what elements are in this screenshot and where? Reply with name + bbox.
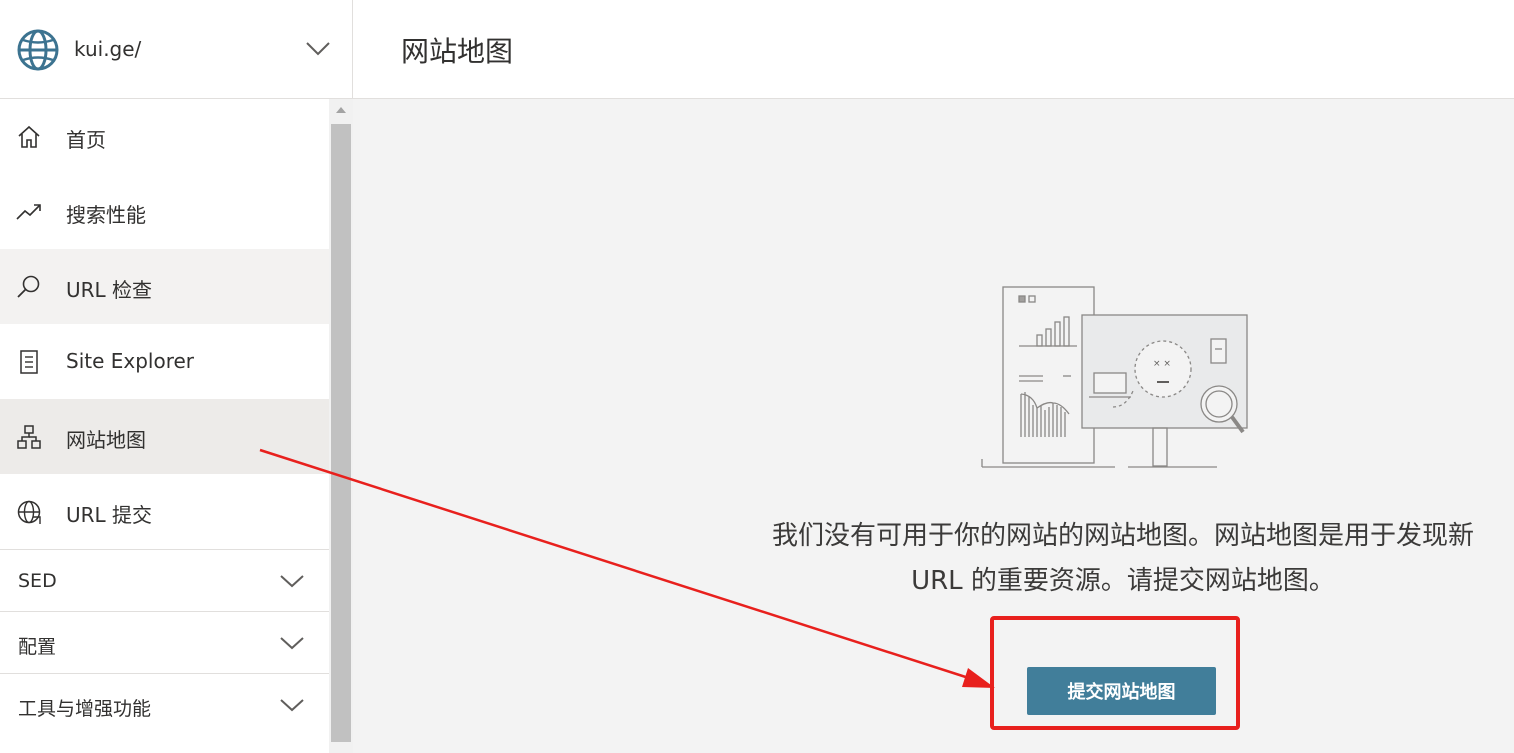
- nav-group-label: 配置: [18, 636, 57, 658]
- nav-group-config[interactable]: 配置: [0, 611, 329, 673]
- nav-item-label: 搜索性能: [66, 203, 146, 227]
- nav-item-url-inspection[interactable]: URL 检查: [0, 249, 329, 324]
- globe-icon: [17, 29, 59, 71]
- nav-item-label: 首页: [66, 128, 106, 152]
- nav-item-label: Site Explorer: [66, 349, 195, 373]
- site-picker[interactable]: kui.ge/: [0, 0, 353, 99]
- site-name: kui.ge/: [74, 37, 142, 61]
- nav-group-label: 工具与增强功能: [18, 698, 152, 720]
- page-header: 网站地图: [353, 0, 1514, 99]
- nav-group-tools[interactable]: 工具与增强功能: [0, 673, 329, 735]
- nav-item-label: URL 提交: [66, 503, 153, 527]
- sitemap-icon: [17, 425, 41, 449]
- chevron-down-icon: [280, 575, 304, 588]
- sidebar-scrollbar[interactable]: [329, 99, 353, 753]
- page-title: 网站地图: [401, 35, 514, 68]
- submit-sitemap-button[interactable]: 提交网站地图: [1027, 667, 1216, 715]
- document-list-icon: [20, 350, 38, 374]
- chevron-down-icon: [306, 42, 330, 56]
- globe-submit-icon: [17, 500, 41, 524]
- empty-state-message: 我们没有可用于你的网站的网站地图。网站地图是用于发现新 URL 的重要资源。请提…: [771, 521, 1474, 596]
- sidebar: kui.ge/ 首页 搜索性能 URL 检查 Site Explorer 网站地…: [0, 0, 353, 753]
- home-icon: [18, 125, 40, 148]
- nav-list: 首页 搜索性能 URL 检查 Site Explorer 网站地图 URL 提交…: [0, 99, 329, 753]
- nav-item-label: 网站地图: [66, 428, 146, 452]
- empty-state-illustration: × ×: [981, 286, 1248, 468]
- nav-group-sed[interactable]: SED: [0, 549, 329, 611]
- nav-item-site-explorer[interactable]: Site Explorer: [0, 324, 329, 399]
- nav-item-search-performance[interactable]: 搜索性能: [0, 174, 329, 249]
- scroll-up-arrow-icon[interactable]: [336, 107, 346, 113]
- chevron-down-icon: [280, 637, 304, 650]
- svg-text:× ×: × ×: [1153, 359, 1171, 369]
- nav-item-sitemaps[interactable]: 网站地图: [0, 399, 329, 474]
- nav-group-label: SED: [18, 570, 57, 592]
- main-content: × × 我们没有可用于你的网站的网站地图。网站地图是用于发现新 URL 的重要资…: [353, 99, 1514, 753]
- nav-item-url-submission[interactable]: URL 提交: [0, 474, 329, 549]
- nav-item-label: URL 检查: [66, 278, 153, 302]
- scrollbar-thumb[interactable]: [331, 124, 351, 742]
- nav-item-home[interactable]: 首页: [0, 99, 329, 174]
- search-icon: [17, 275, 40, 298]
- trend-icon: [16, 204, 41, 220]
- chevron-down-icon: [280, 699, 304, 712]
